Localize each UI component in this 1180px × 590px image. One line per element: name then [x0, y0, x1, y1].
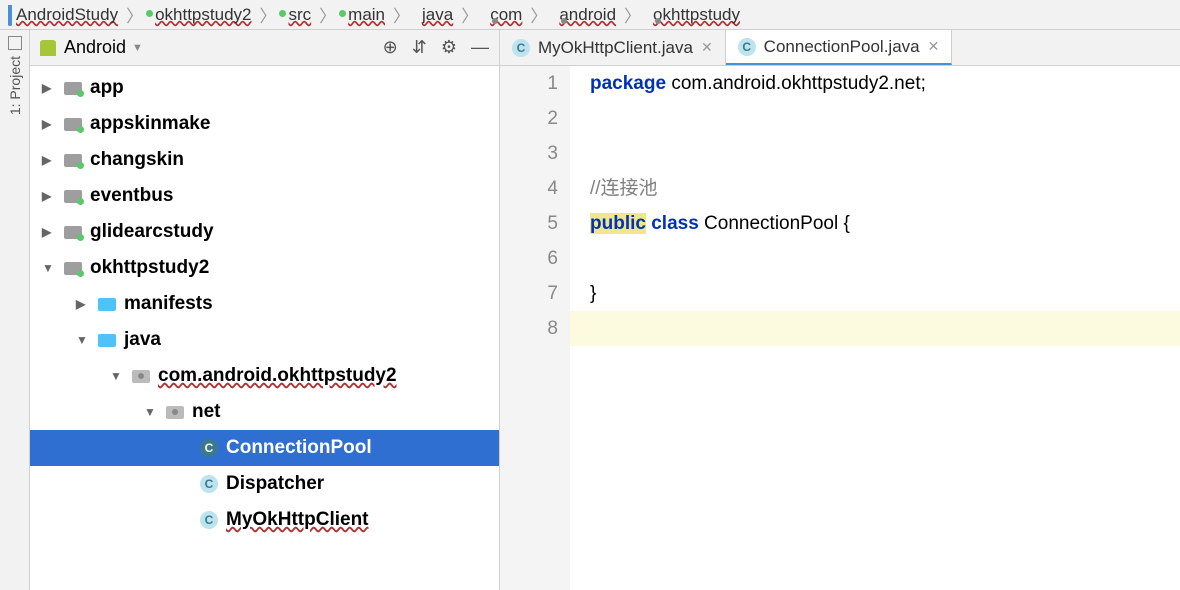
editor-tabs: CMyOkHttpClient.java✕CConnectionPool.jav… — [500, 30, 1180, 66]
tree-node[interactable]: ▼net — [30, 394, 499, 430]
code-line[interactable]: public class ConnectionPool { — [570, 206, 1180, 241]
tree-node[interactable]: ▶eventbus — [30, 178, 499, 214]
tree-node[interactable]: ▼com.android.okhttpstudy2 — [30, 358, 499, 394]
code-line[interactable] — [570, 311, 1180, 346]
close-icon[interactable]: ✕ — [928, 38, 940, 55]
chevron-down-icon: ▼ — [132, 42, 143, 54]
tree-node[interactable]: ▼okhttpstudy2 — [30, 250, 499, 286]
structure-icon — [8, 36, 22, 50]
project-view-selector[interactable]: Android ▼ — [64, 37, 143, 58]
collapse-icon[interactable]: ⇵ — [412, 37, 427, 58]
code-content[interactable]: package com.android.okhttpstudy2.net; //连… — [570, 66, 1180, 590]
code-line[interactable] — [570, 241, 1180, 276]
code-line[interactable]: } — [570, 276, 1180, 311]
editor-area: CMyOkHttpClient.java✕CConnectionPool.jav… — [500, 30, 1180, 590]
breadcrumb-item[interactable]: android〉 — [551, 2, 645, 27]
class-icon: C — [738, 38, 756, 56]
code-editor[interactable]: 12345678 package com.android.okhttpstudy… — [500, 66, 1180, 590]
breadcrumb-bar: AndroidStudy〉okhttpstudy2〉src〉main〉java〉… — [0, 0, 1180, 30]
class-icon: C — [512, 39, 530, 57]
code-line[interactable] — [570, 101, 1180, 136]
breadcrumb-item[interactable]: src〉 — [280, 2, 340, 27]
tool-window-stripe[interactable]: 1: Project — [0, 30, 30, 590]
tree-node[interactable]: ▶app — [30, 70, 499, 106]
breadcrumb-item[interactable]: com〉 — [482, 2, 551, 27]
tree-node[interactable]: ▶changskin — [30, 142, 499, 178]
tree-node[interactable]: ▶manifests — [30, 286, 499, 322]
code-line[interactable]: package com.android.okhttpstudy2.net; — [570, 66, 1180, 101]
breadcrumb-item[interactable]: okhttpstudy2〉 — [147, 2, 280, 27]
breadcrumb-item[interactable]: okhttpstudy — [645, 5, 744, 25]
editor-tab[interactable]: CConnectionPool.java✕ — [726, 30, 953, 65]
editor-tab[interactable]: CMyOkHttpClient.java✕ — [500, 30, 726, 65]
hide-icon[interactable]: — — [471, 37, 489, 58]
tree-node[interactable]: CConnectionPool — [30, 430, 499, 466]
tree-node[interactable]: ▶appskinmake — [30, 106, 499, 142]
code-line[interactable]: //连接池 — [570, 171, 1180, 206]
project-panel: Android ▼ ⊕ ⇵ ⚙ — ▶app▶appskinmake▶chang… — [30, 30, 500, 590]
android-icon — [40, 40, 56, 56]
tree-node[interactable]: CDispatcher — [30, 466, 499, 502]
close-icon[interactable]: ✕ — [701, 39, 713, 56]
breadcrumb-item[interactable]: main〉 — [340, 2, 414, 27]
project-tool-tab[interactable]: 1: Project — [7, 56, 23, 115]
tree-node[interactable]: ▶glidearcstudy — [30, 214, 499, 250]
project-panel-header: Android ▼ ⊕ ⇵ ⚙ — — [30, 30, 499, 66]
locate-icon[interactable]: ⊕ — [383, 37, 398, 58]
line-gutter: 12345678 — [500, 66, 570, 590]
project-tree[interactable]: ▶app▶appskinmake▶changskin▶eventbus▶glid… — [30, 66, 499, 590]
breadcrumb-item[interactable]: java〉 — [414, 2, 482, 27]
tree-node[interactable]: ▼java — [30, 322, 499, 358]
gear-icon[interactable]: ⚙ — [441, 37, 457, 58]
breadcrumb-item[interactable]: AndroidStudy〉 — [4, 2, 147, 27]
tree-node[interactable]: CMyOkHttpClient — [30, 502, 499, 538]
code-line[interactable] — [570, 136, 1180, 171]
